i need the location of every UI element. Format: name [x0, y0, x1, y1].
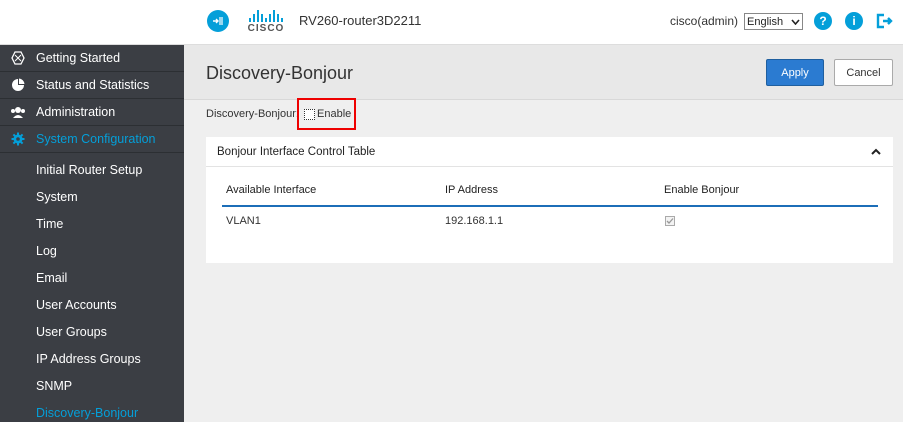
- table-header-divider: [222, 205, 878, 207]
- sidebar-item-system-configuration[interactable]: System Configuration: [0, 126, 184, 153]
- sidebar-subitem-user-accounts[interactable]: User Accounts: [36, 298, 117, 312]
- sidebar-subitem-system[interactable]: System: [36, 190, 78, 204]
- user-label: cisco(admin): [670, 14, 739, 28]
- enable-bonjour-checkbox[interactable]: [665, 216, 675, 229]
- bonjour-interface-panel: Bonjour Interface Control Table Availabl…: [206, 137, 893, 263]
- column-header-enable-bonjour: Enable Bonjour: [664, 184, 740, 196]
- sidebar-item-label: Getting Started: [36, 51, 121, 65]
- apply-button[interactable]: Apply: [766, 59, 824, 86]
- cell-ip-address: 192.168.1.1: [445, 215, 504, 227]
- panel-title: Bonjour Interface Control Table: [217, 146, 376, 158]
- help-icon[interactable]: ?: [814, 12, 832, 30]
- enable-label[interactable]: Enable: [317, 108, 351, 120]
- sidebar-item-status-and-statistics[interactable]: Status and Statistics: [0, 72, 184, 99]
- sidebar-subitem-snmp[interactable]: SNMP: [36, 379, 72, 393]
- logo-text: CISCO: [247, 23, 285, 34]
- column-header-ip-address: IP Address: [445, 184, 498, 196]
- sidebar-subitem-email[interactable]: Email: [36, 271, 67, 285]
- panel-header[interactable]: Bonjour Interface Control Table: [206, 137, 893, 167]
- sidebar-subitem-ip-address-groups[interactable]: IP Address Groups: [36, 352, 141, 366]
- enable-checkbox[interactable]: [304, 109, 315, 120]
- cell-interface: VLAN1: [226, 215, 261, 227]
- sidebar-item-administration[interactable]: Administration: [0, 99, 184, 126]
- gear-icon: [0, 132, 36, 146]
- sidebar-subitem-user-groups[interactable]: User Groups: [36, 325, 107, 339]
- page-title: Discovery-Bonjour: [206, 63, 354, 83]
- sidebar-subitem-initial-router-setup[interactable]: Initial Router Setup: [36, 163, 142, 177]
- device-name: RV260-router3D2211: [299, 13, 422, 28]
- hexagon-icon: [0, 51, 36, 65]
- users-icon: [0, 106, 36, 119]
- pie-chart-icon: [0, 78, 36, 92]
- chevron-down-icon: [791, 18, 800, 25]
- chevron-up-icon[interactable]: [871, 145, 881, 159]
- top-header: CISCO RV260-router3D2211 cisco(admin) En…: [0, 0, 903, 45]
- cancel-button[interactable]: Cancel: [834, 59, 893, 86]
- sidebar-subitem-log[interactable]: Log: [36, 244, 57, 258]
- sidebar-subitem-time[interactable]: Time: [36, 217, 63, 231]
- column-header-available-interface: Available Interface: [226, 184, 317, 196]
- sidebar-item-label: System Configuration: [36, 132, 156, 146]
- cisco-logo: CISCO: [243, 10, 289, 36]
- language-value: English: [747, 15, 784, 28]
- info-icon[interactable]: i: [845, 12, 863, 30]
- sidebar-subitem-discovery-bonjour[interactable]: Discovery-Bonjour: [36, 406, 138, 420]
- nav-toggle-icon[interactable]: [207, 10, 229, 32]
- sidebar-item-getting-started[interactable]: Getting Started: [0, 45, 184, 72]
- discovery-bonjour-label: Discovery-Bonjour:: [206, 108, 299, 120]
- logout-icon[interactable]: [876, 12, 894, 30]
- language-select[interactable]: English: [744, 13, 803, 30]
- sidebar-item-label: Status and Statistics: [36, 78, 150, 92]
- sidebar-item-label: Administration: [36, 105, 116, 119]
